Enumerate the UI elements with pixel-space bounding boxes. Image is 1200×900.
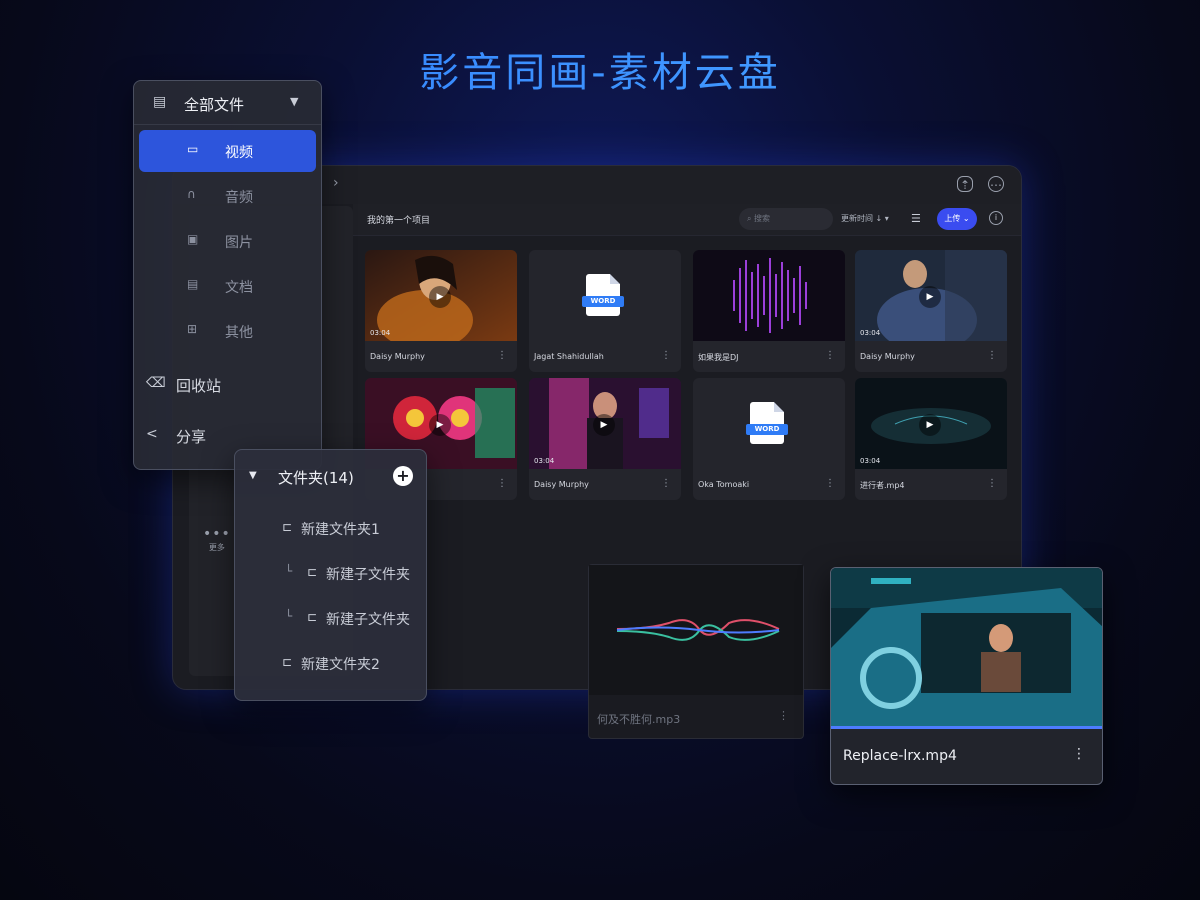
play-icon[interactable]: ▶ (593, 414, 615, 436)
folder-label: 新建子文件夹 (326, 612, 410, 628)
playback-progress[interactable] (831, 726, 1102, 729)
grid-icon: ⊞ (187, 322, 198, 336)
card-menu-icon[interactable]: ⋮ (661, 350, 671, 361)
nav-forward-icon[interactable]: › (333, 175, 339, 191)
category-label: 图片 (225, 235, 253, 251)
file-name: 何及不胜何.mp3 (597, 713, 681, 726)
audio-waveform-thumbnail (589, 565, 803, 695)
category-document[interactable]: ▤ 文档 (139, 265, 316, 307)
more-options-icon[interactable]: ⋯ (988, 176, 1004, 192)
list-view-icon[interactable]: ☰ (911, 212, 921, 225)
file-name: Daisy Murphy (534, 480, 589, 489)
category-label: 文档 (225, 280, 253, 296)
headphones-icon: ∩ (187, 187, 196, 201)
info-icon[interactable]: i (989, 211, 1003, 225)
play-icon[interactable]: ▶ (429, 286, 451, 308)
duration-label: 03:04 (534, 457, 555, 465)
document-icon: ▤ (187, 277, 199, 291)
word-badge: WORD (582, 296, 624, 307)
audio-file-card[interactable]: 何及不胜何.mp3 ⋮ (588, 564, 804, 739)
card-menu-icon[interactable]: ⋮ (987, 478, 997, 489)
category-video[interactable]: ▭ 视频 (139, 130, 316, 172)
more-label: 更多 (208, 543, 225, 552)
content-header: 我的第一个项目 ⌕ 搜索 更新时间 ↓ ▾ ☰ 上传 ⌄ i (353, 204, 1021, 236)
duration-label: 03:04 (860, 329, 881, 337)
word-badge: WORD (746, 424, 788, 435)
progress-fill (831, 726, 1102, 729)
folder-label: 新建文件夹1 (301, 522, 380, 538)
card-menu-icon[interactable]: ⋮ (778, 709, 789, 722)
file-name: 进行者.mp4 (860, 481, 905, 490)
word-file-icon: WORD (582, 274, 624, 316)
file-name: Jagat Shahidullah (534, 352, 604, 361)
file-card[interactable]: WORD Oka Tomoaki ⋮ (693, 378, 845, 500)
play-icon[interactable]: ▶ (919, 414, 941, 436)
folder-icon: ⊏ (307, 565, 318, 579)
file-name: 如果我是DJ (698, 353, 739, 362)
folder-icon: ⊏ (307, 610, 318, 624)
card-menu-icon[interactable]: ⋮ (987, 350, 997, 361)
folder-icon: ⊏ (282, 520, 293, 534)
folder-count-label: 文件夹(14) (278, 469, 354, 487)
play-icon[interactable]: ▶ (429, 414, 451, 436)
file-card[interactable]: WORD Jagat Shahidullah ⋮ (529, 250, 681, 372)
card-menu-icon[interactable]: ⋮ (1072, 746, 1086, 762)
file-card[interactable]: ▶ 03:04 进行者.mp4 ⋮ (855, 378, 1007, 500)
more-button[interactable]: ••• 更多 (203, 526, 231, 553)
card-menu-icon[interactable]: ⋮ (497, 478, 507, 489)
folder-label: 新建文件夹2 (301, 657, 380, 673)
video-file-card[interactable]: Replace-lrx.mp4 ⋮ (830, 567, 1103, 785)
tree-branch-icon: └ (285, 609, 293, 623)
project-title: 我的第一个项目 (367, 216, 431, 226)
file-name: Oka Tomoaki (698, 480, 750, 489)
collapse-icon[interactable]: ▼ (249, 470, 257, 481)
recycle-bin[interactable]: ⌫ 回收站 (134, 365, 321, 405)
file-name: Replace-lrx.mp4 (843, 748, 957, 764)
category-panel: ▤ 全部文件 ▼ ▭ 视频 ∩ 音频 ▣ 图片 ▤ 文档 ⊞ 其他 ⌫ 回收站 … (133, 80, 322, 470)
sort-dropdown[interactable]: 更新时间 ↓ ▾ (841, 213, 889, 224)
file-name: Daisy Murphy (370, 352, 425, 361)
category-image[interactable]: ▣ 图片 (139, 220, 316, 262)
file-card[interactable]: ▶ 03:04 Daisy Murphy ⋮ (529, 378, 681, 500)
share-icon: < (146, 426, 158, 442)
card-menu-icon[interactable]: ⋮ (661, 478, 671, 489)
category-label: 音频 (225, 190, 253, 206)
more-dots-icon: ••• (203, 526, 231, 542)
card-menu-icon[interactable]: ⋮ (497, 350, 507, 361)
audio-waveform-thumbnail (693, 250, 845, 341)
folder-icon: ⊏ (282, 655, 293, 669)
tree-branch-icon: └ (285, 564, 293, 578)
card-menu-icon[interactable]: ⋮ (825, 478, 835, 489)
cloud-upload-icon[interactable]: ⇡ (957, 176, 973, 192)
folder-panel: ▼ 文件夹(14) + ⊏ 新建文件夹1 └ ⊏ 新建子文件夹 └ ⊏ 新建子文… (234, 449, 427, 701)
card-menu-icon[interactable]: ⋮ (825, 350, 835, 361)
recycle-bin-label: 回收站 (176, 377, 222, 395)
search-input[interactable]: ⌕ 搜索 (739, 208, 833, 230)
chevron-down-icon: ▼ (290, 95, 299, 108)
category-label: 视频 (225, 145, 253, 161)
all-files-label: 全部文件 (184, 96, 245, 114)
archive-icon: ▤ (153, 94, 167, 110)
image-icon: ▣ (187, 232, 199, 246)
duration-label: 03:04 (370, 329, 391, 337)
share-label: 分享 (176, 428, 207, 446)
file-card[interactable]: 如果我是DJ ⋮ (693, 250, 845, 372)
add-folder-button[interactable]: + (393, 466, 413, 486)
category-label: 其他 (225, 325, 253, 341)
file-card[interactable]: ▶ 03:04 Daisy Murphy ⋮ (855, 250, 1007, 372)
trash-icon: ⌫ (146, 375, 166, 391)
file-card[interactable]: ▶ 03:04 Daisy Murphy ⋮ (365, 250, 517, 372)
upload-button[interactable]: 上传 ⌄ (937, 208, 977, 230)
video-thumbnail (831, 568, 1102, 726)
folder-label: 新建子文件夹 (326, 567, 410, 583)
category-audio[interactable]: ∩ 音频 (139, 175, 316, 217)
all-files-dropdown[interactable]: ▤ 全部文件 ▼ (134, 81, 321, 125)
search-placeholder: 搜索 (754, 214, 771, 223)
play-icon[interactable]: ▶ (919, 286, 941, 308)
category-other[interactable]: ⊞ 其他 (139, 310, 316, 352)
word-file-icon: WORD (746, 402, 788, 444)
duration-label: 03:04 (860, 457, 881, 465)
video-icon: ▭ (187, 142, 199, 156)
file-name: Daisy Murphy (860, 352, 915, 361)
